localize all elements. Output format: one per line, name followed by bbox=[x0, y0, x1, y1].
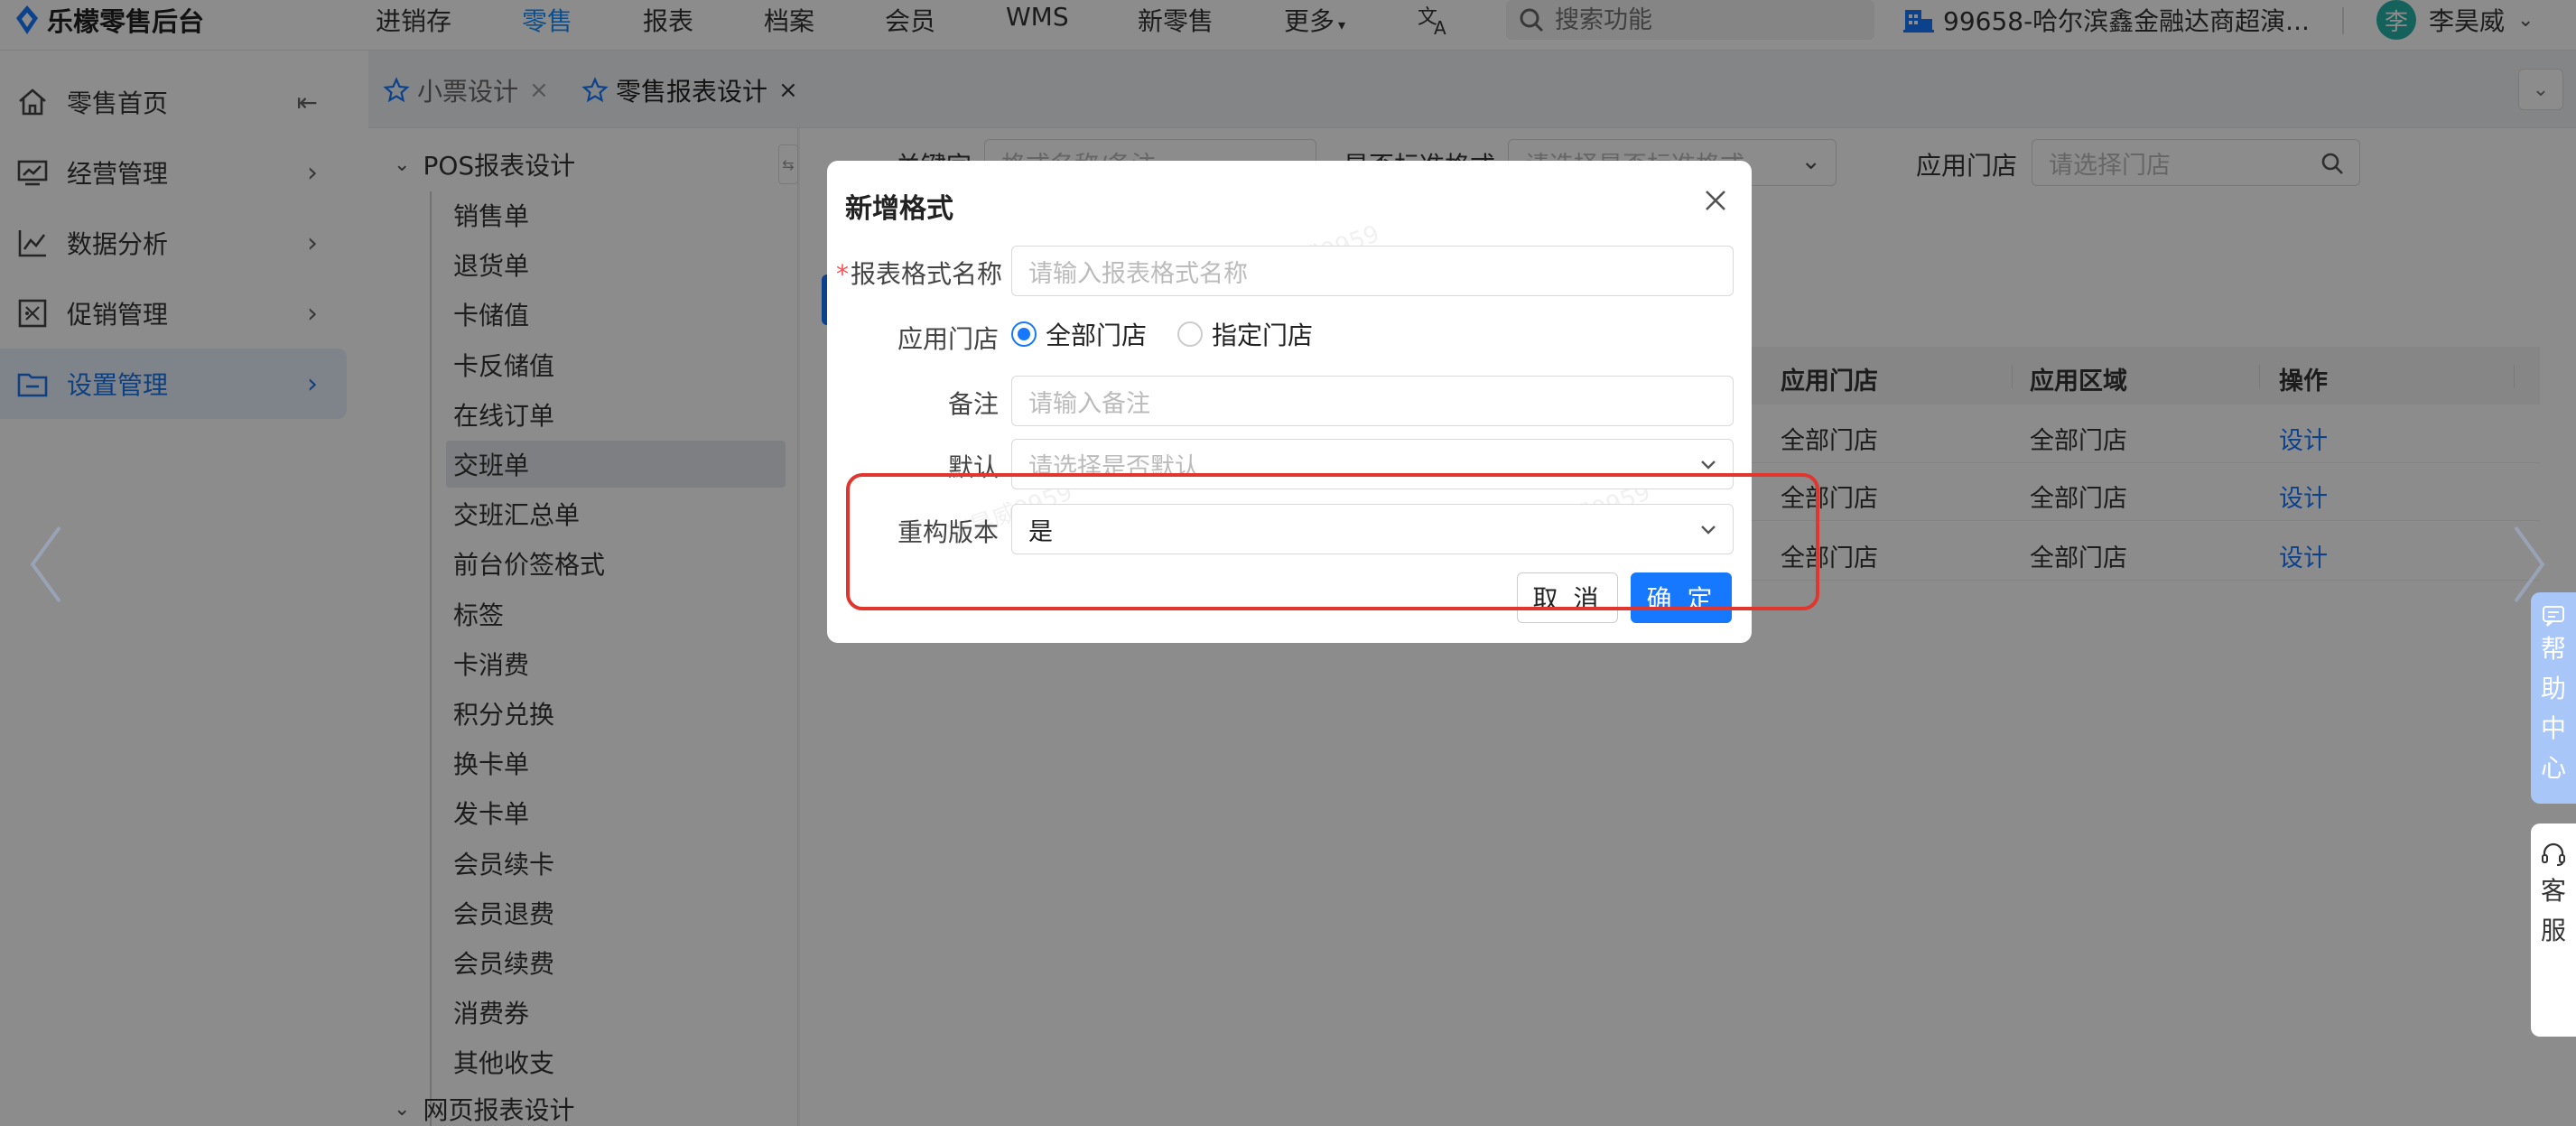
chevron-down-icon bbox=[1701, 461, 1716, 470]
remark-input[interactable]: 请输入备注 bbox=[1011, 376, 1734, 426]
headset-icon bbox=[2542, 842, 2565, 866]
help-char: 心 bbox=[2540, 753, 2566, 783]
default-label: 默认 bbox=[947, 452, 999, 482]
chat-icon bbox=[2543, 606, 2564, 627]
apply-store-radio-group: 全部门店 指定门店 bbox=[1011, 314, 1344, 354]
format-name-label: *报表格式名称 bbox=[831, 255, 1002, 291]
dialog-title: 新增格式 bbox=[845, 193, 953, 225]
radio-label: 指定门店 bbox=[1212, 321, 1314, 350]
customer-service-button[interactable]: 客 服 bbox=[2531, 824, 2576, 1037]
radio-all-stores[interactable]: 全部门店 bbox=[1011, 316, 1147, 352]
refactor-version-select[interactable]: 是 bbox=[1011, 504, 1734, 554]
format-name-label-text: 报表格式名称 bbox=[850, 259, 1002, 289]
radio-dot bbox=[1177, 321, 1204, 347]
help-center-button[interactable]: 帮 助 中 心 bbox=[2531, 592, 2576, 804]
service-char: 客 bbox=[2540, 876, 2566, 906]
help-char: 助 bbox=[2540, 674, 2566, 703]
radio-dot bbox=[1011, 321, 1037, 347]
confirm-button[interactable]: 确 定 bbox=[1631, 572, 1732, 623]
radio-label: 全部门店 bbox=[1046, 321, 1148, 350]
radio-specific-stores[interactable]: 指定门店 bbox=[1177, 316, 1313, 352]
cancel-button[interactable]: 取 消 bbox=[1517, 572, 1618, 623]
remark-label: 备注 bbox=[947, 389, 999, 419]
default-select[interactable]: 请选择是否默认 bbox=[1011, 439, 1734, 489]
select-value: 是 bbox=[1028, 517, 1053, 546]
service-char: 服 bbox=[2540, 916, 2566, 945]
apply-store-field-label: 应用门店 bbox=[897, 324, 999, 354]
chevron-down-icon bbox=[1701, 526, 1716, 535]
new-format-dialog: 李昊威9959 李昊威9959 李昊威9959 新增格式 *报表格式名称 请输入… bbox=[827, 161, 1752, 643]
chevron-left-icon[interactable] bbox=[27, 524, 63, 605]
required-mark: * bbox=[835, 259, 849, 289]
help-char: 中 bbox=[2540, 713, 2566, 743]
close-icon[interactable] bbox=[1699, 184, 1732, 217]
select-placeholder: 请选择是否默认 bbox=[1028, 452, 1199, 481]
format-name-input[interactable]: 请输入报表格式名称 bbox=[1011, 246, 1734, 296]
help-char: 帮 bbox=[2540, 634, 2566, 664]
refactor-version-label: 重构版本 bbox=[897, 517, 999, 547]
